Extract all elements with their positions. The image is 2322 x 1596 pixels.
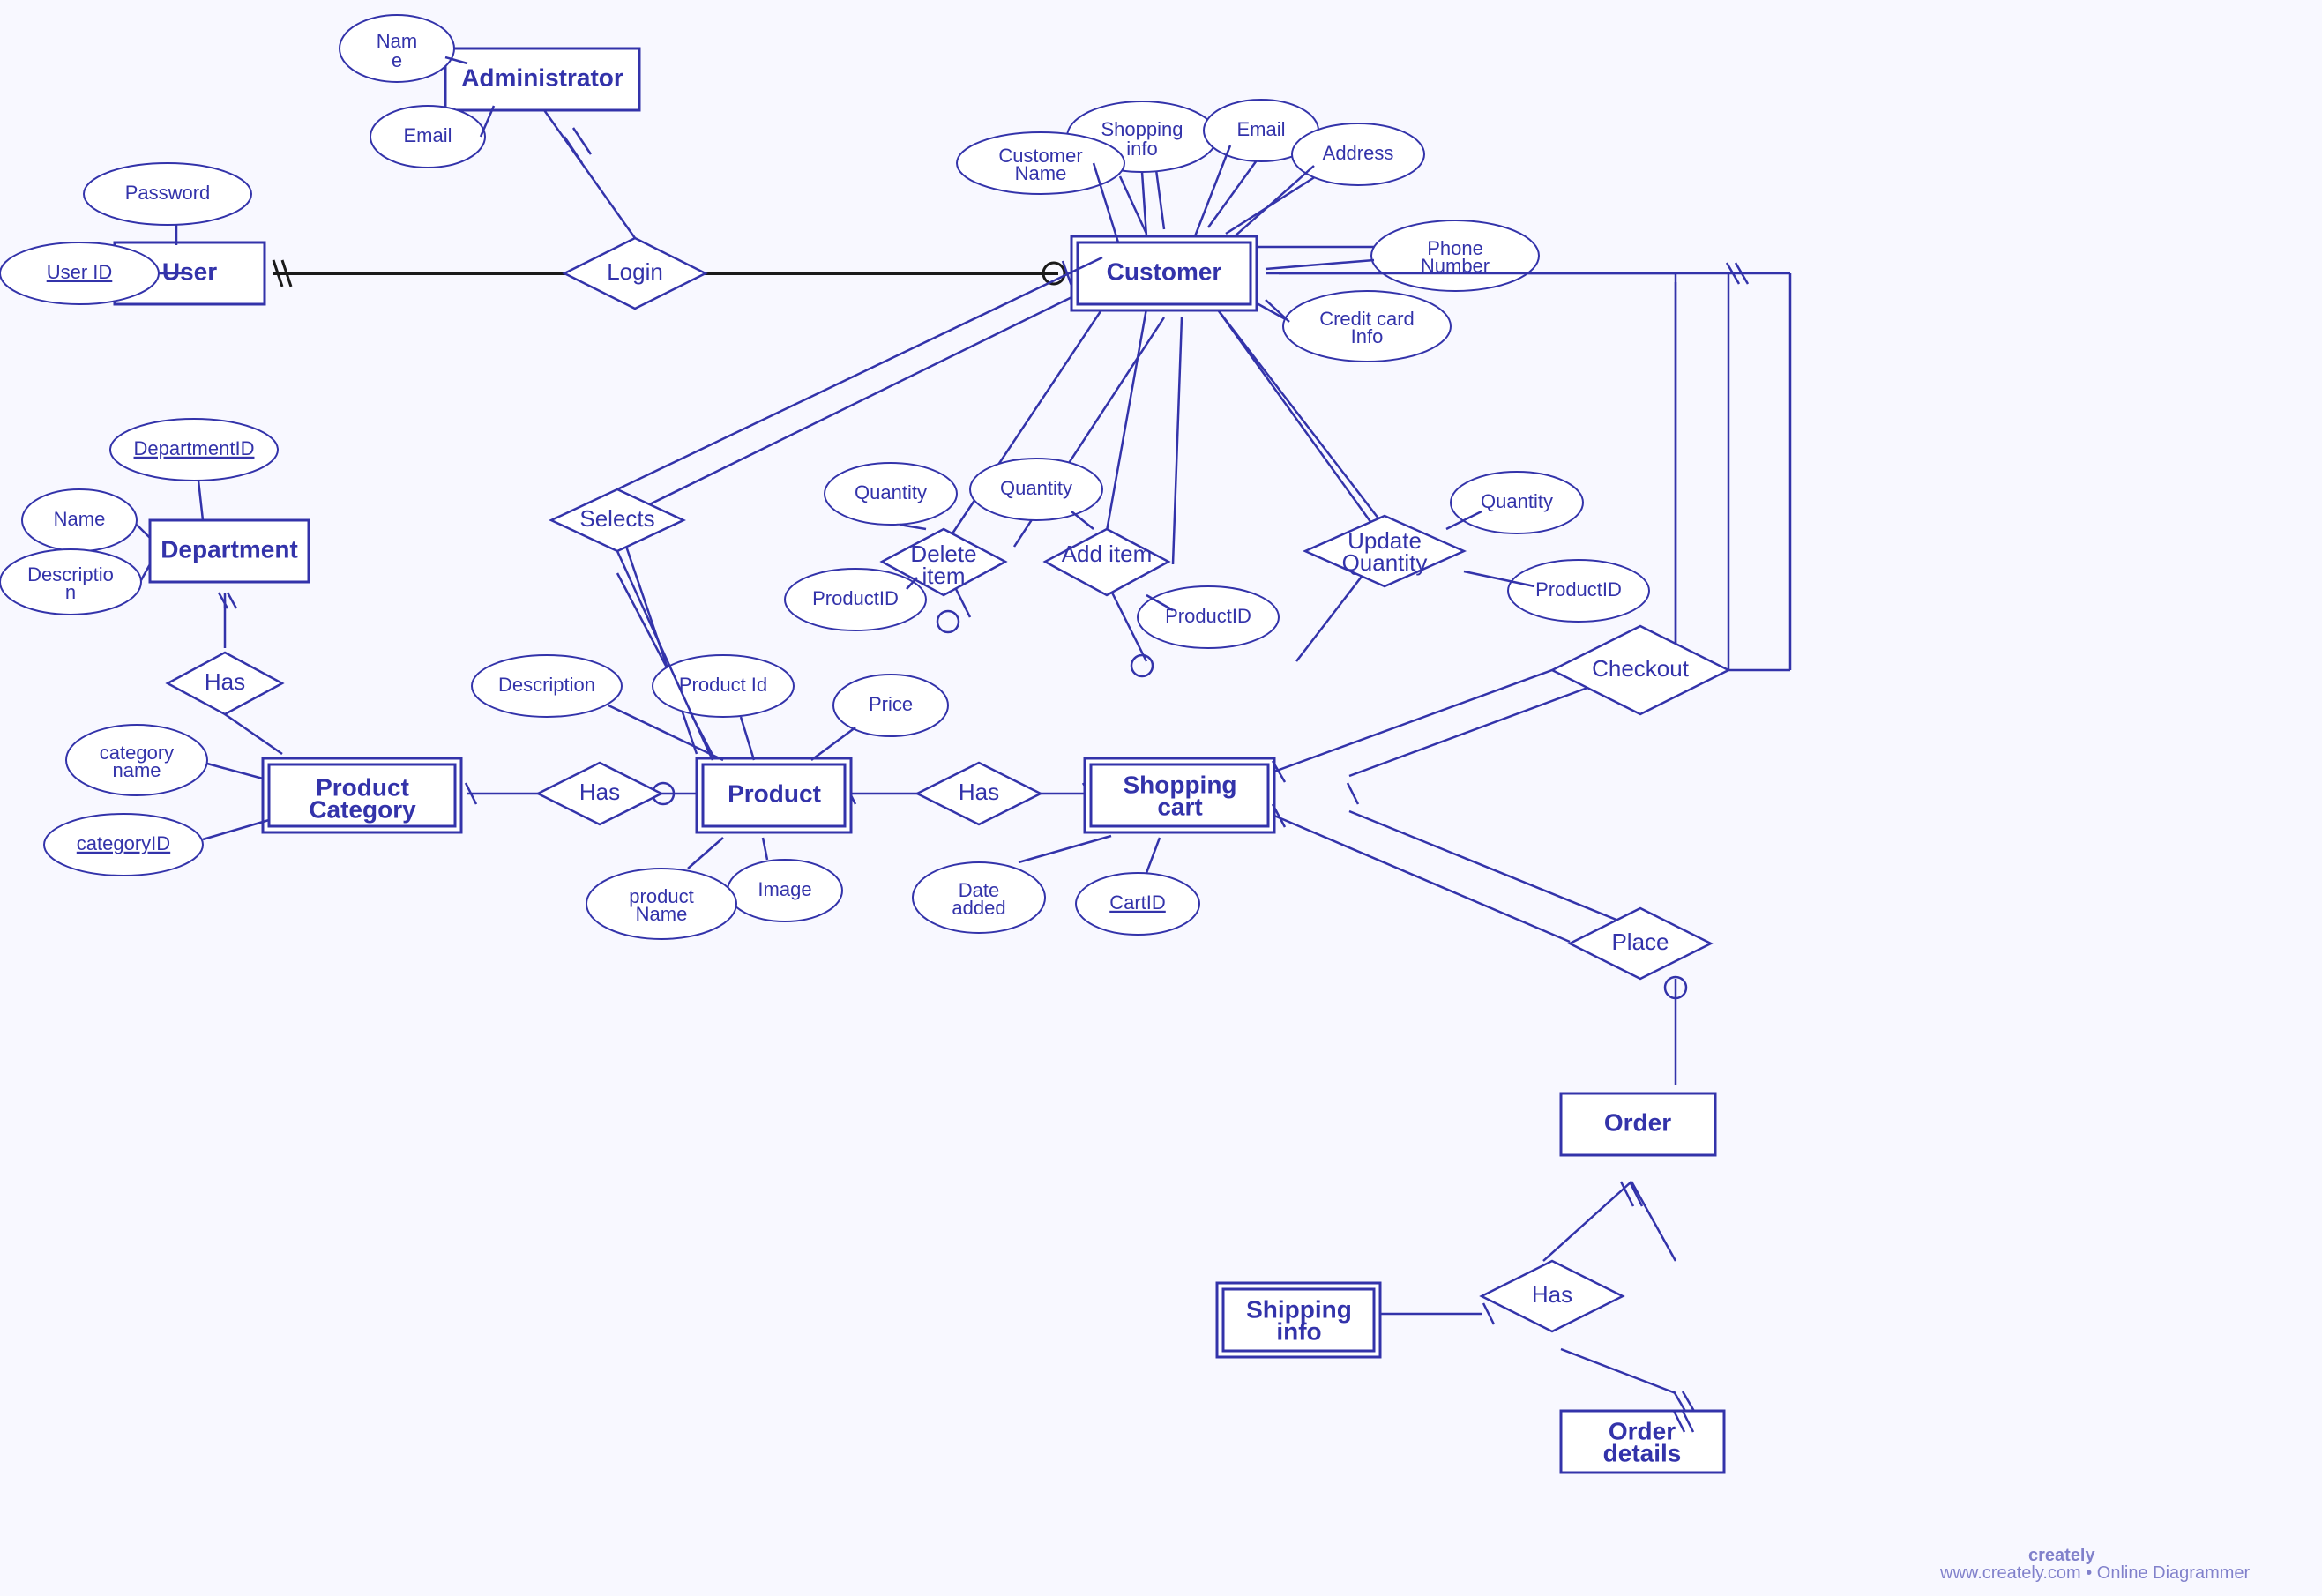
attr-add-pid-label: ProductID	[1165, 605, 1251, 627]
attr-dept-name-label: Name	[54, 508, 106, 530]
attr-credit-card-label2: Info	[1351, 325, 1384, 347]
entity-shopping-cart-label2: cart	[1157, 793, 1202, 820]
relationship-selects-label: Selects	[579, 505, 654, 532]
watermark-brand: creately	[2028, 1546, 2095, 1565]
attr-upd-pid-label: ProductID	[1535, 578, 1622, 600]
entity-user-label: User	[162, 257, 217, 285]
relationship-login-label: Login	[607, 258, 663, 285]
entity-product-category-label2: Category	[309, 795, 416, 823]
relationship-checkout-label: Checkout	[1592, 655, 1690, 682]
relationship-update-qty-label2: Quantity	[1342, 549, 1428, 576]
attr-add-qty-label: Quantity	[1000, 477, 1072, 499]
relationship-has-order-label: Has	[1532, 1281, 1572, 1308]
attr-del-qty-label: Quantity	[855, 481, 927, 503]
attr-upd-qty-label: Quantity	[1481, 490, 1553, 512]
relationship-has-prod-cart-label: Has	[959, 779, 999, 805]
attr-admin-name-label2: e	[392, 49, 402, 71]
attr-cat-name-label2: name	[112, 759, 161, 781]
attr-cat-id-label: categoryID	[77, 832, 170, 854]
relationship-add-item-label: Add item	[1062, 541, 1153, 567]
attr-date-added-label2: added	[952, 897, 1005, 919]
attr-prod-name-label2: Name	[636, 903, 688, 925]
attr-address-label: Address	[1323, 142, 1394, 164]
entity-order-label: Order	[1604, 1108, 1671, 1136]
entity-customer-label: Customer	[1107, 257, 1222, 285]
attr-customer-email-label: Email	[1236, 118, 1285, 140]
entity-department-label: Department	[161, 535, 298, 563]
attr-admin-email-label: Email	[403, 124, 452, 146]
attr-customer-name-label2: Name	[1015, 162, 1067, 184]
attr-password-label: Password	[125, 182, 211, 204]
attr-prod-desc-label: Description	[498, 674, 595, 696]
attr-shopping-info-label2: info	[1126, 138, 1157, 160]
relationship-place-label: Place	[1611, 929, 1669, 955]
attr-image-label: Image	[758, 878, 811, 900]
attr-dept-id-label: DepartmentID	[134, 437, 255, 459]
relationship-has-dept-label: Has	[205, 668, 245, 695]
entity-order-details-label2: details	[1603, 1439, 1682, 1466]
relationship-has-cat-prod-label: Has	[579, 779, 620, 805]
attr-dept-desc-label2: n	[65, 581, 76, 603]
entity-product-label: Product	[728, 779, 821, 807]
attr-prod-id-label: Product Id	[679, 674, 767, 696]
watermark-url: www.creately.com • Online Diagrammer	[1939, 1563, 2251, 1583]
attr-price-label: Price	[869, 693, 913, 715]
entity-administrator-label: Administrator	[461, 63, 623, 91]
entity-shipping-info-label2: info	[1276, 1317, 1321, 1345]
attr-user-id-label: User ID	[47, 261, 113, 283]
attr-cart-id-label: CartID	[1109, 891, 1166, 914]
relationship-delete-item-label2: item	[922, 563, 965, 589]
attr-del-pid-label: ProductID	[812, 587, 899, 609]
